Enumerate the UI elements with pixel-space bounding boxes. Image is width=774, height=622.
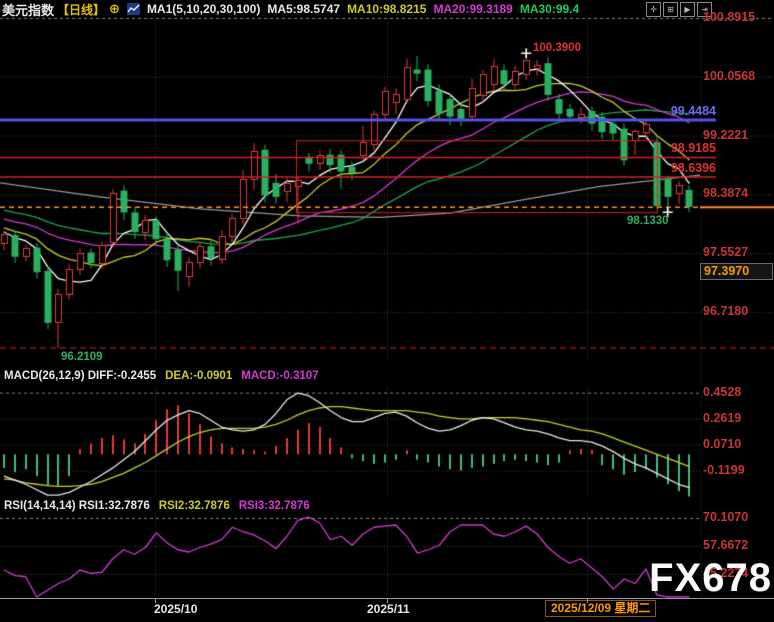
legend-ma5: MA5:98.5747 — [267, 2, 341, 16]
macd-pane-header: MACD(26,12,9) DIFF:-0.2455 DEA:-0.0901 M… — [4, 370, 319, 384]
period-label: 【日线】 — [57, 2, 106, 17]
legend-ma20: MA20:99.3189 — [433, 2, 513, 16]
play-forward-icon[interactable]: ▶ — [680, 2, 695, 17]
price-chart-canvas[interactable] — [0, 0, 774, 621]
add-indicator-button[interactable]: ⊕ — [109, 2, 120, 15]
legend-ma30: MA30:99.4 — [519, 2, 580, 16]
rsi2-value: RSI2:32.7876 — [158, 500, 230, 512]
rsi-pane-header: RSI(14,14,14) RSI1:32.7876 RSI2:32.7876 … — [4, 500, 310, 514]
grid-layout-icon[interactable]: ⊞ — [663, 2, 678, 17]
axis-tick-mark — [587, 599, 588, 603]
chart-window: 美元指数 【日线】 ⊕ MA1(5,10,20,30,100) MA5:98.5… — [0, 0, 774, 622]
rsi3-value: RSI3:32.7876 — [238, 500, 310, 512]
time-tick-nov: 2025/11 — [367, 602, 410, 616]
time-tick-oct: 2025/10 — [154, 602, 198, 616]
chart-toolbar: ✛ ⊞ ▶ ⇥ — [646, 2, 712, 17]
candlestick-chart-icon — [126, 3, 140, 15]
legend-ma10: MA10:98.8215 — [347, 2, 427, 16]
pan-crosshair-icon[interactable]: ✛ — [646, 2, 661, 17]
rsi-params-rsi1-value: RSI(14,14,14) RSI1:32.7876 — [4, 500, 150, 512]
legend-ma-group: MA1(5,10,20,30,100) — [146, 2, 261, 16]
macd-params-diff-value: MACD(26,12,9) DIFF:-0.2455 — [4, 370, 157, 382]
symbol-name: 美元指数 — [2, 2, 55, 18]
time-axis[interactable]: 2025/10 2025/11 2025/12/09 星期二 — [0, 598, 774, 622]
jump-to-end-icon[interactable]: ⇥ — [697, 2, 712, 17]
macd-macd-value: MACD:-0.3107 — [241, 370, 319, 382]
chart-header: 美元指数 【日线】 ⊕ MA1(5,10,20,30,100) MA5:98.5… — [2, 1, 580, 18]
axis-tick-mark — [387, 599, 388, 603]
fx678-watermark: FX678 — [649, 556, 772, 600]
macd-dea-value: DEA:-0.0901 — [165, 370, 233, 382]
current-date-badge: 2025/12/09 星期二 — [545, 600, 657, 617]
axis-tick-mark — [155, 599, 156, 603]
